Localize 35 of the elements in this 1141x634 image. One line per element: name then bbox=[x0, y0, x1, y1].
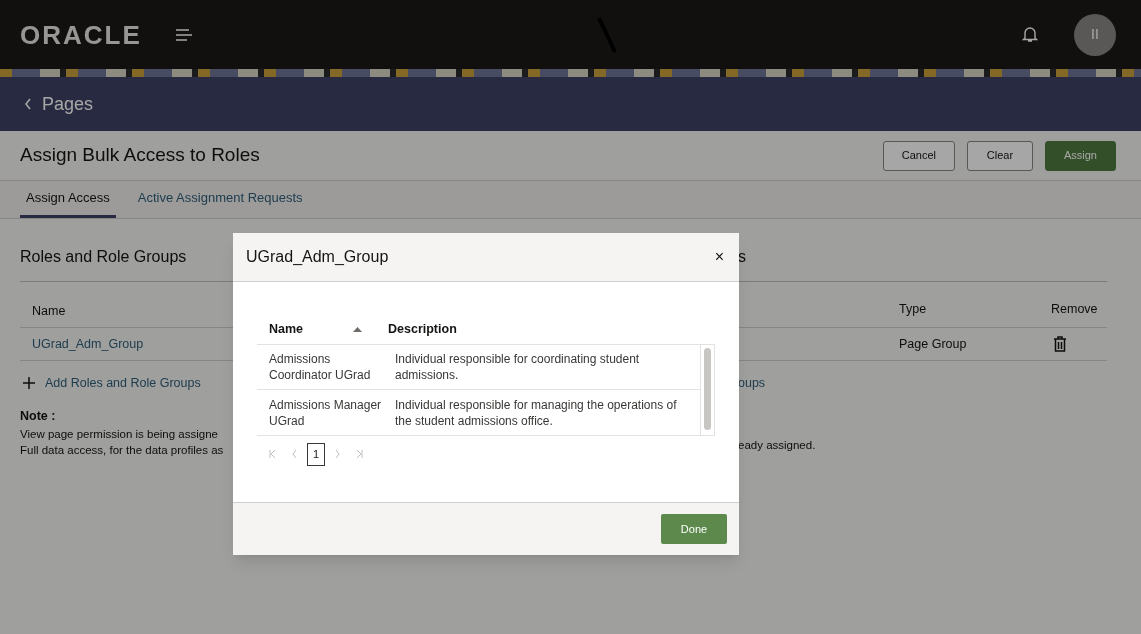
oracle-logo: ORACLE bbox=[20, 21, 142, 48]
scrollbar[interactable] bbox=[700, 345, 714, 435]
plus-icon[interactable] bbox=[23, 377, 35, 389]
add-link[interactable]: Add Roles and Role Groups bbox=[45, 373, 201, 393]
note-title: Note : bbox=[20, 408, 57, 425]
page-title: Assign Bulk Access to Roles bbox=[20, 143, 260, 168]
tab[interactable]: Assign Access bbox=[20, 181, 116, 218]
notification-bell-icon[interactable] bbox=[1022, 26, 1038, 43]
table-cell: Admissions Manager UGrad bbox=[269, 396, 383, 429]
back-link[interactable]: Pages bbox=[42, 90, 94, 118]
action-button[interactable]: Cancel bbox=[882, 140, 955, 171]
tab[interactable]: Active Assignment Requests bbox=[131, 181, 309, 218]
role-link[interactable]: UGrad_Adm_Group bbox=[32, 334, 144, 354]
close-button[interactable]: × bbox=[712, 245, 726, 269]
dialog-title: UGrad_Adm_Group bbox=[246, 247, 389, 267]
trash-icon[interactable] bbox=[1053, 336, 1067, 352]
action-button[interactable]: Assign bbox=[1044, 140, 1116, 171]
menu-icon[interactable] bbox=[175, 28, 192, 41]
table-cell-text: Admissions Coordinator UGrad bbox=[269, 351, 372, 383]
column-header: Type bbox=[899, 301, 928, 319]
column-header: Description bbox=[388, 320, 457, 338]
done-button[interactable]: Done bbox=[661, 514, 727, 544]
column-header: Remove bbox=[1051, 301, 1098, 319]
table-cell-text: Individual responsible for coordinating student admissions. bbox=[395, 351, 641, 383]
type-cell-text: Page Group bbox=[899, 335, 968, 353]
table-cell-text: Individual responsible for managing the operations of the student admissions office. bbox=[395, 396, 678, 429]
action-button[interactable]: Clear bbox=[966, 140, 1033, 171]
note-text: eady assigned. bbox=[738, 438, 817, 453]
column-header[interactable]: Name bbox=[269, 319, 353, 339]
page-number[interactable]: 1 bbox=[307, 442, 325, 466]
back-chevron-icon[interactable] bbox=[24, 98, 32, 110]
add-link[interactable]: oups bbox=[738, 373, 766, 393]
note-text: Full data access, for the data profiles as bbox=[20, 442, 225, 458]
note-text: View page permission is being assigne bbox=[20, 426, 219, 442]
sort-ascending-icon[interactable] bbox=[353, 326, 362, 332]
